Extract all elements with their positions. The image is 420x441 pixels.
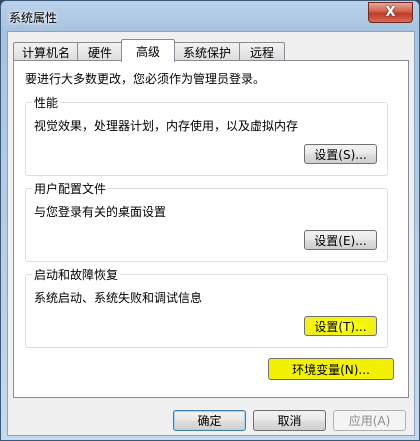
button-label: 确定 (197, 414, 222, 428)
button-label: 设置(E)... (314, 233, 367, 248)
admin-notice: 要进行大多数更改，您必须作为管理员登录。 (25, 72, 266, 86)
tab-label: 系统保护 (182, 45, 231, 60)
startup-recovery-group-title: 启动和故障恢复 (32, 266, 121, 283)
startup-recovery-group: 启动和故障恢复 系统启动、系统失败和调试信息 设置(T)... (25, 266, 388, 348)
button-label: 设置(S)... (314, 147, 367, 162)
startup-recovery-settings-button[interactable]: 设置(T)... (304, 316, 377, 336)
startup-recovery-description: 系统启动、系统失败和调试信息 (34, 291, 203, 305)
tab-label: 硬件 (87, 45, 112, 60)
tab-strip: 计算机名 硬件 高级 系统保护 远程 (13, 39, 409, 62)
cancel-button[interactable]: 取消 (253, 410, 326, 431)
window-title: 系统属性 (9, 11, 58, 25)
advanced-tab-panel: 要进行大多数更改，您必须作为管理员登录。 性能 视觉效果，处理器计划，内存使用，… (13, 60, 409, 398)
apply-button[interactable]: 应用(A) (333, 410, 406, 431)
user-profiles-group-title: 用户配置文件 (32, 180, 109, 197)
dialog-client-area: 计算机名 硬件 高级 系统保护 远程 要进行大多数更改，您必须作为管理员登录。 … (7, 31, 415, 436)
performance-group-title: 性能 (32, 94, 61, 111)
tab-system-protection[interactable]: 系统保护 (173, 42, 241, 61)
ok-button[interactable]: 确定 (173, 410, 246, 431)
performance-group: 性能 视觉效果，处理器计划，内存使用，以及虚拟内存 设置(S)... (25, 94, 388, 176)
button-label: 设置(T)... (314, 319, 367, 334)
tab-label: 远程 (249, 45, 274, 60)
tab-advanced[interactable]: 高级 (121, 39, 175, 62)
performance-description: 视觉效果，处理器计划，内存使用，以及虚拟内存 (34, 119, 299, 133)
button-label: 取消 (277, 414, 302, 428)
tab-computer-name[interactable]: 计算机名 (13, 42, 79, 61)
user-profiles-description: 与您登录有关的桌面设置 (34, 205, 167, 219)
button-label: 应用(A) (348, 414, 391, 428)
user-profiles-group: 用户配置文件 与您登录有关的桌面设置 设置(E)... (25, 180, 388, 262)
performance-settings-button[interactable]: 设置(S)... (304, 144, 377, 164)
title-bar[interactable]: 系统属性 X (1, 1, 419, 31)
close-icon: X (385, 5, 396, 20)
tab-label: 高级 (135, 44, 160, 59)
user-profiles-settings-button[interactable]: 设置(E)... (304, 230, 377, 250)
tab-remote[interactable]: 远程 (239, 42, 285, 61)
system-properties-window: 系统属性 X 计算机名 硬件 高级 系统保护 远程 要进行大多数更改，您必须作为… (0, 0, 420, 441)
tab-label: 计算机名 (21, 45, 70, 60)
button-label: 环境变量(N)... (292, 362, 370, 377)
environment-variables-button[interactable]: 环境变量(N)... (268, 358, 394, 380)
tab-hardware[interactable]: 硬件 (77, 42, 123, 61)
close-button[interactable]: X (368, 2, 413, 23)
